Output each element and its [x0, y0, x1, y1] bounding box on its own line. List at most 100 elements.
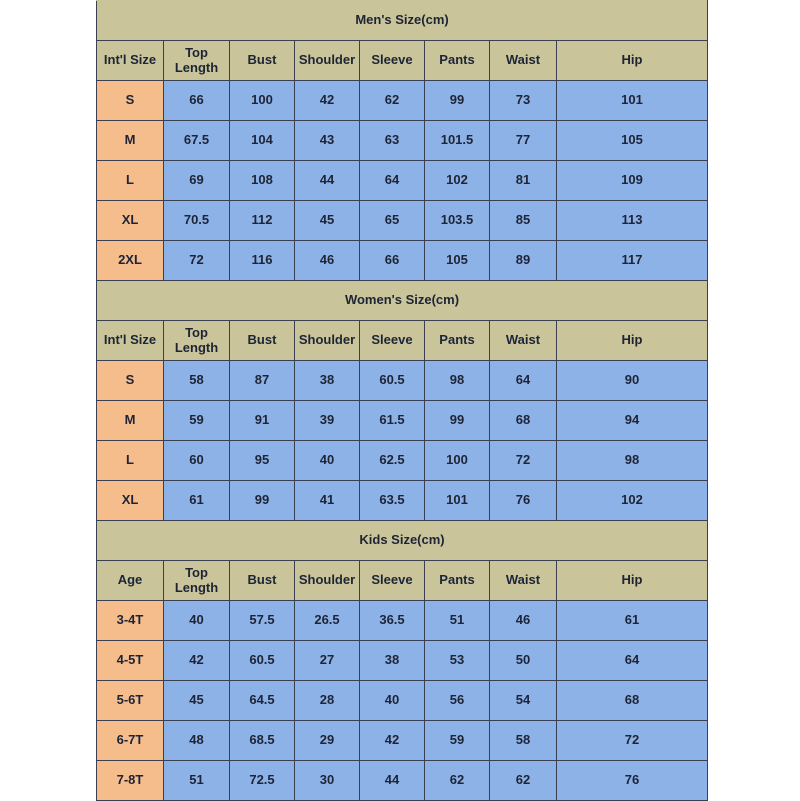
measurement-cell: 42	[294, 80, 360, 121]
size-label-cell: 2XL	[96, 240, 164, 281]
measurement-cell: 65	[359, 200, 425, 241]
measurement-cell: 76	[555, 760, 709, 801]
measurement-cell: 59	[424, 720, 490, 761]
measurement-cell: 44	[294, 160, 360, 201]
measurement-cell: 103.5	[424, 200, 490, 241]
column-header-row: Int'l Size Top Length Bust Shoulder Sleeve Pa…	[96, 40, 709, 81]
measurement-cell: 87	[229, 360, 295, 401]
section-title: Men's Size(cm)	[95, 0, 709, 41]
measurement-cell: 57.5	[229, 600, 295, 641]
table-row: 2XL 72 116 46 66 105 89 117	[96, 240, 709, 281]
size-label-cell: 3-4T	[96, 600, 164, 641]
table-row: 4-5T 42 60.5 27 38 53 50 64	[96, 640, 709, 681]
measurement-cell: 89	[489, 240, 557, 281]
measurement-cell: 91	[229, 400, 295, 441]
measurement-cell: 40	[294, 440, 360, 481]
measurement-cell: 42	[359, 720, 425, 761]
section-title-row: Women's Size(cm)	[95, 280, 709, 321]
measurement-cell: 99	[424, 80, 490, 121]
table-row: L 69 108 44 64 102 81 109	[96, 160, 709, 201]
column-header: Int'l Size	[96, 40, 164, 81]
measurement-cell: 99	[424, 400, 490, 441]
measurement-cell: 63.5	[359, 480, 425, 521]
section-title-row: Kids Size(cm)	[95, 520, 709, 561]
column-header: Pants	[424, 320, 490, 361]
measurement-cell: 40	[163, 600, 230, 641]
table-row: M 59 91 39 61.5 99 68 94	[96, 400, 709, 441]
measurement-cell: 100	[229, 80, 295, 121]
measurement-cell: 58	[163, 360, 230, 401]
measurement-cell: 81	[489, 160, 557, 201]
column-header: Top Length	[163, 40, 230, 81]
size-label-cell: M	[96, 400, 164, 441]
size-label-cell: XL	[96, 200, 164, 241]
measurement-cell: 105	[555, 120, 709, 161]
measurement-cell: 62	[489, 760, 557, 801]
size-label-cell: 4-5T	[96, 640, 164, 681]
measurement-cell: 45	[163, 680, 230, 721]
column-header: Sleeve	[359, 560, 425, 601]
measurement-cell: 69	[163, 160, 230, 201]
measurement-cell: 98	[555, 440, 709, 481]
measurement-cell: 60	[163, 440, 230, 481]
measurement-cell: 72.5	[229, 760, 295, 801]
size-label-cell: S	[96, 80, 164, 121]
measurement-cell: 77	[489, 120, 557, 161]
column-header: Shoulder	[294, 560, 360, 601]
column-header: Sleeve	[359, 320, 425, 361]
measurement-cell: 64	[555, 640, 709, 681]
measurement-cell: 50	[489, 640, 557, 681]
measurement-cell: 63	[359, 120, 425, 161]
size-label-cell: 7-8T	[96, 760, 164, 801]
measurement-cell: 28	[294, 680, 360, 721]
measurement-cell: 85	[489, 200, 557, 241]
measurement-cell: 60.5	[229, 640, 295, 681]
measurement-cell: 116	[229, 240, 295, 281]
section-title: Kids Size(cm)	[95, 520, 709, 561]
measurement-cell: 68	[555, 680, 709, 721]
measurement-cell: 64	[489, 360, 557, 401]
column-header: Hip	[555, 320, 709, 361]
column-header: Waist	[489, 560, 557, 601]
measurement-cell: 61	[163, 480, 230, 521]
measurement-cell: 68.5	[229, 720, 295, 761]
column-header: Sleeve	[359, 40, 425, 81]
column-header: Bust	[229, 40, 295, 81]
measurement-cell: 98	[424, 360, 490, 401]
size-chart-container: Men's Size(cm) Int'l Size Top Length Bust Sh…	[95, 0, 709, 801]
column-header: Int'l Size	[96, 320, 164, 361]
measurement-cell: 72	[163, 240, 230, 281]
measurement-cell: 40	[359, 680, 425, 721]
table-row: 5-6T 45 64.5 28 40 56 54 68	[96, 680, 709, 721]
measurement-cell: 94	[555, 400, 709, 441]
measurement-cell: 100	[424, 440, 490, 481]
measurement-cell: 105	[424, 240, 490, 281]
measurement-cell: 95	[229, 440, 295, 481]
measurement-cell: 59	[163, 400, 230, 441]
column-header: Waist	[489, 320, 557, 361]
measurement-cell: 90	[555, 360, 709, 401]
column-header: Bust	[229, 320, 295, 361]
measurement-cell: 66	[359, 240, 425, 281]
size-label-cell: L	[96, 160, 164, 201]
measurement-cell: 66	[163, 80, 230, 121]
measurement-cell: 51	[424, 600, 490, 641]
measurement-cell: 56	[424, 680, 490, 721]
column-header: Waist	[489, 40, 557, 81]
column-header: Top Length	[163, 560, 230, 601]
measurement-cell: 53	[424, 640, 490, 681]
measurement-cell: 45	[294, 200, 360, 241]
measurement-cell: 26.5	[294, 600, 360, 641]
measurement-cell: 99	[229, 480, 295, 521]
column-header: Bust	[229, 560, 295, 601]
measurement-cell: 61	[555, 600, 709, 641]
measurement-cell: 67.5	[163, 120, 230, 161]
size-label-cell: L	[96, 440, 164, 481]
measurement-cell: 117	[555, 240, 709, 281]
size-label-cell: 5-6T	[96, 680, 164, 721]
measurement-cell: 101	[555, 80, 709, 121]
measurement-cell: 44	[359, 760, 425, 801]
measurement-cell: 64	[359, 160, 425, 201]
measurement-cell: 62	[359, 80, 425, 121]
measurement-cell: 109	[555, 160, 709, 201]
